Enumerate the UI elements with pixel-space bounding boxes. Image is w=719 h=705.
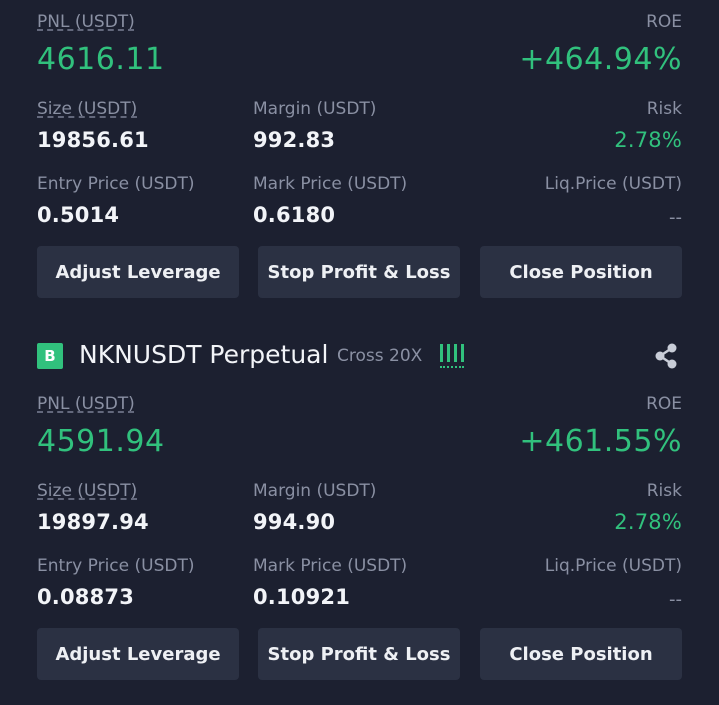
margin-label: Margin (USDT) bbox=[253, 481, 377, 501]
liq-price-label: Liq.Price (USDT) bbox=[544, 174, 682, 194]
mark-price-label: Mark Price (USDT) bbox=[253, 556, 408, 576]
entry-price-value: 0.08873 bbox=[37, 585, 135, 609]
size-value: 19897.94 bbox=[37, 510, 149, 534]
roe-value: +461.55% bbox=[519, 424, 682, 459]
margin-value: 994.90 bbox=[253, 510, 336, 534]
symbol-name[interactable]: NKNUSDT Perpetual bbox=[79, 340, 328, 369]
signal-bars-icon bbox=[440, 344, 466, 368]
mark-price-value: 0.6180 bbox=[253, 203, 336, 227]
risk-label: Risk bbox=[646, 481, 682, 501]
margin-value: 992.83 bbox=[253, 128, 336, 152]
size-label[interactable]: Size (USDT) bbox=[37, 481, 137, 501]
buy-badge: B bbox=[37, 343, 63, 369]
close-position-button[interactable]: Close Position bbox=[480, 246, 682, 298]
roe-value: +464.94% bbox=[519, 42, 682, 77]
size-label[interactable]: Size (USDT) bbox=[37, 99, 137, 119]
liq-price-label: Liq.Price (USDT) bbox=[544, 556, 682, 576]
liq-price-value: -- bbox=[669, 589, 682, 610]
risk-value: 2.78% bbox=[614, 510, 682, 534]
risk-value: 2.78% bbox=[614, 128, 682, 152]
positions-screen: PNL (USDT) ROE 4616.11 +464.94% Size (US… bbox=[0, 0, 719, 705]
adjust-leverage-button[interactable]: Adjust Leverage bbox=[37, 628, 239, 680]
entry-price-label: Entry Price (USDT) bbox=[37, 556, 195, 576]
adjust-leverage-button[interactable]: Adjust Leverage bbox=[37, 246, 239, 298]
stop-profit-loss-button[interactable]: Stop Profit & Loss bbox=[258, 246, 460, 298]
roe-label: ROE bbox=[646, 12, 682, 32]
entry-price-value: 0.5014 bbox=[37, 203, 120, 227]
risk-label: Risk bbox=[646, 99, 682, 119]
liq-price-value: -- bbox=[669, 207, 682, 228]
pnl-label[interactable]: PNL (USDT) bbox=[37, 12, 135, 32]
roe-label: ROE bbox=[646, 394, 682, 414]
margin-mode-leverage: Cross 20X bbox=[337, 346, 423, 366]
entry-price-label: Entry Price (USDT) bbox=[37, 174, 195, 194]
share-icon[interactable] bbox=[653, 342, 679, 370]
margin-label: Margin (USDT) bbox=[253, 99, 377, 119]
mark-price-value: 0.10921 bbox=[253, 585, 351, 609]
pnl-label[interactable]: PNL (USDT) bbox=[37, 394, 135, 414]
pnl-value: 4591.94 bbox=[37, 424, 165, 459]
size-value: 19856.61 bbox=[37, 128, 149, 152]
mark-price-label: Mark Price (USDT) bbox=[253, 174, 408, 194]
pnl-value: 4616.11 bbox=[37, 42, 165, 77]
close-position-button[interactable]: Close Position bbox=[480, 628, 682, 680]
stop-profit-loss-button[interactable]: Stop Profit & Loss bbox=[258, 628, 460, 680]
symbol-header: B NKNUSDT Perpetual Cross 20X bbox=[37, 338, 687, 374]
